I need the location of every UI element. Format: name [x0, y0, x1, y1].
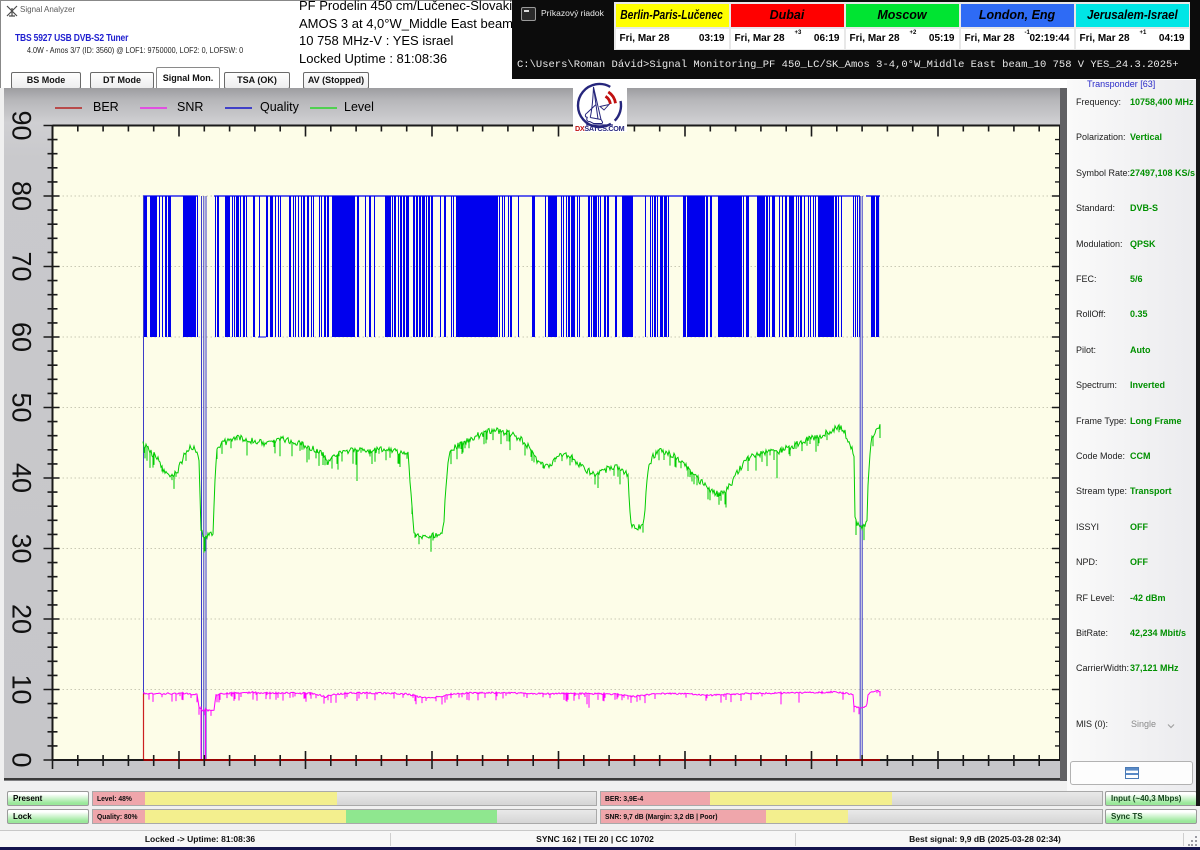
svg-text:30: 30	[7, 533, 37, 563]
svg-text:40: 40	[7, 463, 37, 493]
svg-text:DXSATCS.COM: DXSATCS.COM	[575, 124, 625, 132]
svg-text:70: 70	[7, 251, 37, 281]
svg-text:80: 80	[7, 181, 37, 211]
svg-text:90: 90	[7, 110, 37, 140]
svg-text:60: 60	[7, 322, 37, 352]
svg-text:10: 10	[7, 674, 37, 704]
svg-text:0: 0	[7, 752, 37, 767]
svg-text:20: 20	[7, 604, 37, 634]
svg-text:50: 50	[7, 392, 37, 422]
